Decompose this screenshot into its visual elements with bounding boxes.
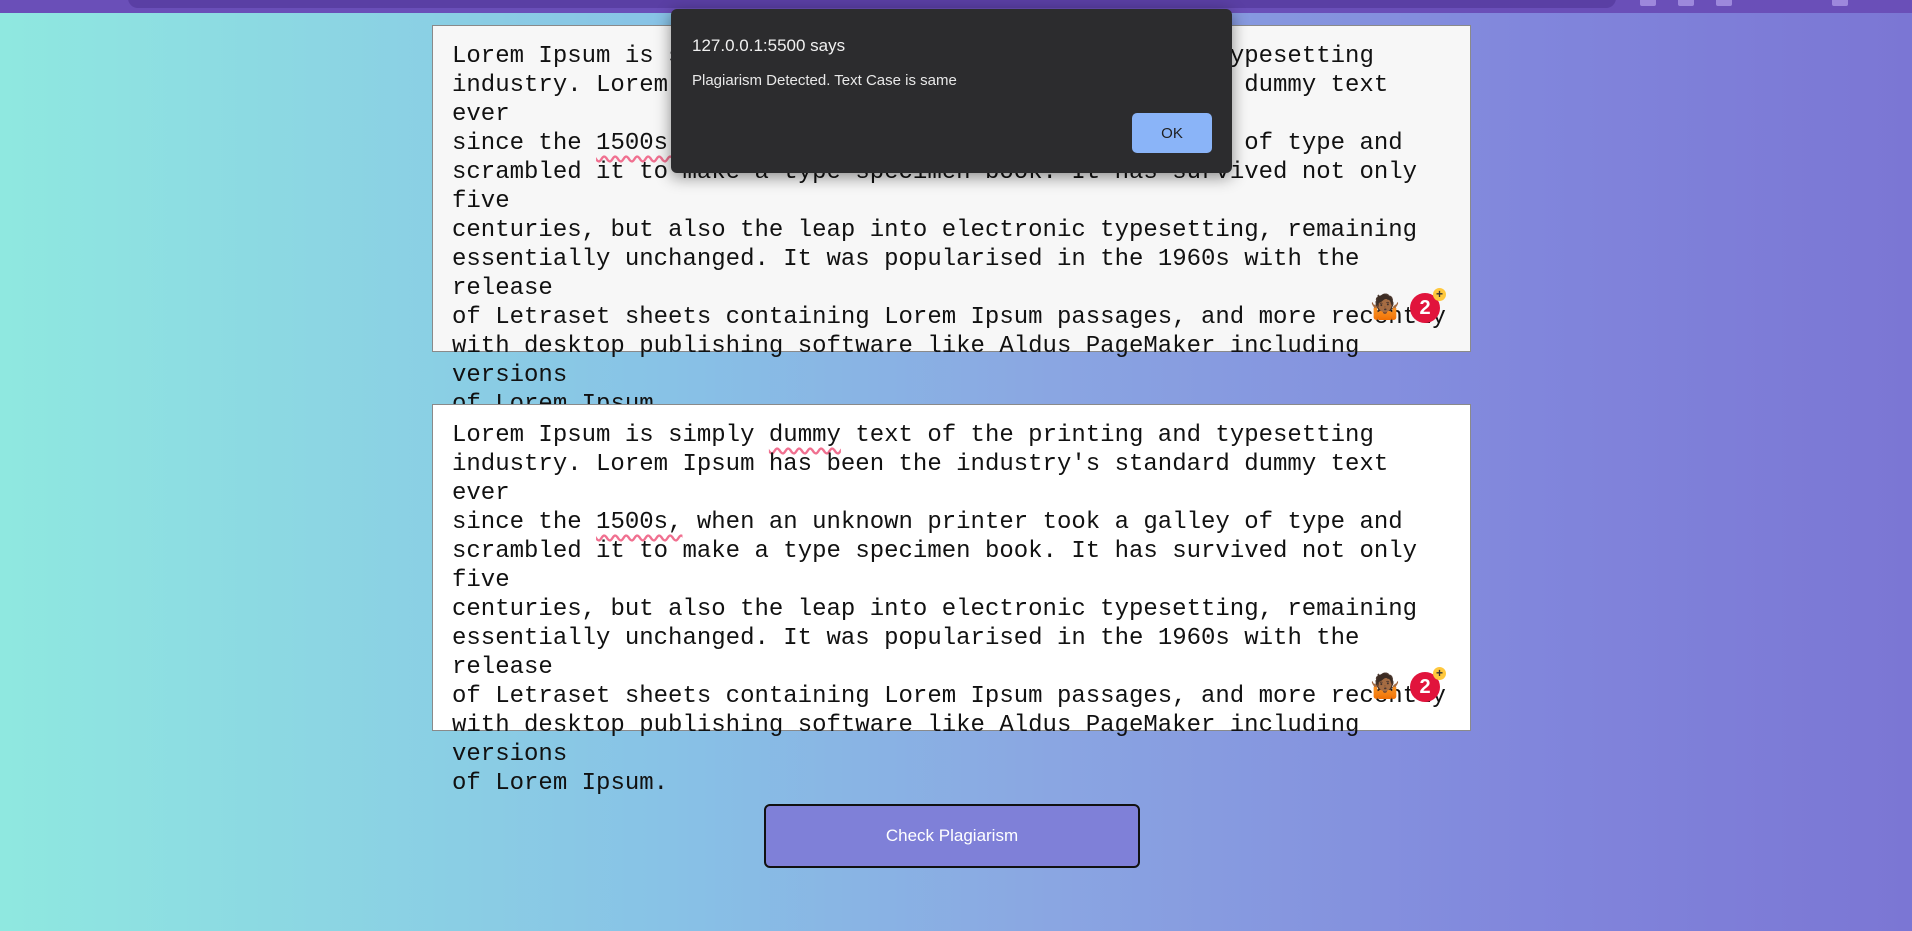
menu-icon[interactable] xyxy=(1832,0,1848,6)
text-line: centuries, but also the leap into electr… xyxy=(452,596,1418,623)
alert-origin: 127.0.0.1:5500 says xyxy=(692,36,846,55)
text-line: centuries, but also the leap into electr… xyxy=(452,217,1418,244)
text-line: since the 1500s, when an unknown printer… xyxy=(452,509,1403,536)
spelling-flag[interactable]: 1500s, xyxy=(596,509,682,536)
text-line: with desktop publishing software like Al… xyxy=(452,333,1360,389)
bookmark-icon[interactable] xyxy=(1678,0,1694,6)
plus-icon: + xyxy=(1433,288,1446,301)
alert-dialog: 127.0.0.1:5500 says Plagiarism Detected.… xyxy=(671,9,1232,173)
profile-icon[interactable] xyxy=(1716,0,1732,6)
alert-message: Plagiarism Detected. Text Case is same xyxy=(692,72,957,89)
text-line: of Letraset sheets containing Lorem Ipsu… xyxy=(452,683,1446,710)
text-line: essentially unchanged. It was popularise… xyxy=(452,625,1360,681)
extension-icon[interactable] xyxy=(1640,0,1656,6)
text-line: industry. Lorem Ipsum has been the indus… xyxy=(452,451,1389,507)
grammarly-widget[interactable]: 🤷🏾 2 + xyxy=(1370,288,1446,323)
grammarly-badge[interactable]: 2 + xyxy=(1410,667,1446,702)
text-line: with desktop publishing software like Al… xyxy=(452,712,1360,768)
text-line: of Lorem Ipsum. xyxy=(452,770,669,797)
compare-text[interactable]: Lorem Ipsum is simply dummy text of the … xyxy=(452,421,1452,798)
grammarly-count: 2 xyxy=(1419,675,1431,698)
spelling-flag[interactable]: 1500s, xyxy=(596,130,682,157)
text-line: essentially unchanged. It was popularise… xyxy=(452,246,1360,302)
grammarly-badge[interactable]: 2 + xyxy=(1410,288,1446,323)
spelling-flag[interactable]: dummy xyxy=(769,422,841,449)
grammarly-count: 2 xyxy=(1419,296,1431,319)
compare-text-area[interactable]: Lorem Ipsum is simply dummy text of the … xyxy=(432,404,1471,797)
text-line: scrambled it to make a type specimen boo… xyxy=(452,538,1418,594)
text-line: Lorem Ipsum is simply dummy text of the … xyxy=(452,422,1374,449)
shrug-icon[interactable]: 🤷🏾 xyxy=(1370,294,1400,322)
text-line: of Letraset sheets containing Lorem Ipsu… xyxy=(452,304,1446,331)
plus-icon: + xyxy=(1433,667,1446,680)
shrug-icon[interactable]: 🤷🏾 xyxy=(1370,673,1400,701)
ok-button[interactable]: OK xyxy=(1132,113,1212,153)
check-plagiarism-button[interactable]: Check Plagiarism xyxy=(764,804,1140,868)
address-bar[interactable] xyxy=(128,0,1616,8)
grammarly-widget[interactable]: 🤷🏾 2 + xyxy=(1370,667,1446,702)
